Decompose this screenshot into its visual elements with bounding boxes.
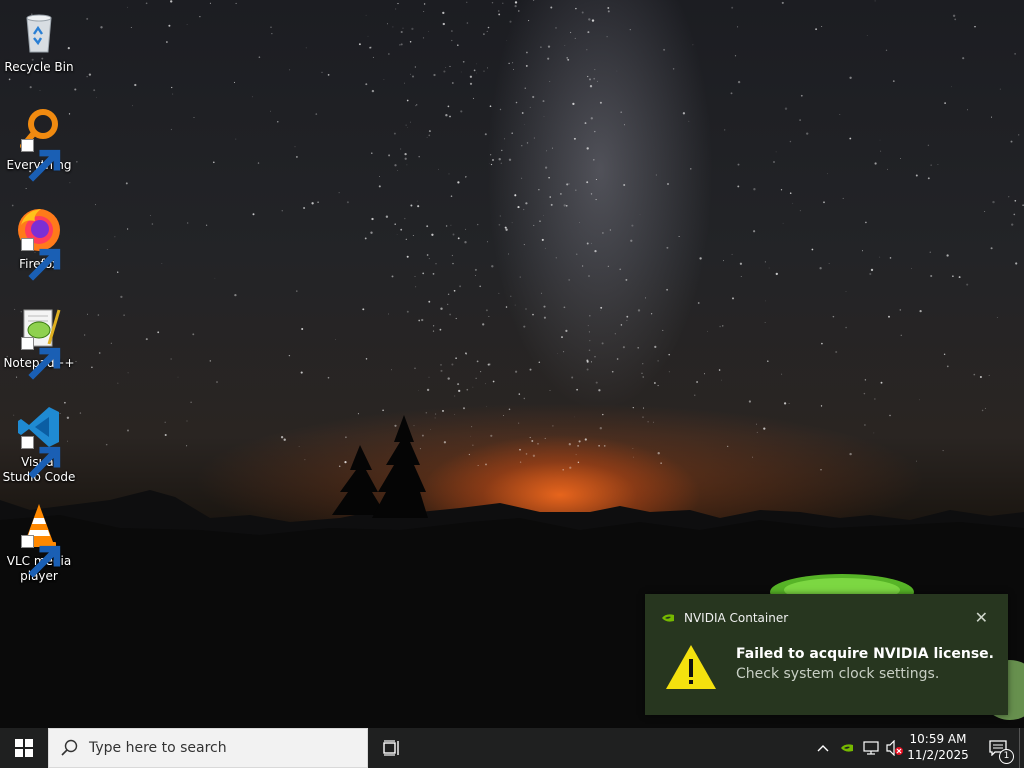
search-icon bbox=[61, 739, 78, 756]
taskbar: Type here to search 10:59 AM 11/2/2025 1 bbox=[0, 728, 1024, 768]
nvidia-logo-icon bbox=[662, 614, 674, 622]
taskbar-search-box[interactable]: Type here to search bbox=[48, 728, 368, 768]
nvidia-tray-icon bbox=[841, 744, 853, 752]
firefox-icon bbox=[15, 205, 63, 281]
shortcut-arrow-icon bbox=[21, 238, 61, 281]
clock-time: 10:59 AM bbox=[909, 732, 967, 746]
desktop-icon-vlc[interactable]: VLC media player bbox=[2, 502, 76, 584]
toast-close-button[interactable]: ✕ bbox=[975, 608, 988, 627]
tray-volume-button[interactable] bbox=[884, 728, 906, 768]
vlc-icon bbox=[15, 502, 63, 578]
search-placeholder: Type here to search bbox=[89, 740, 227, 756]
show-hidden-icons-button[interactable] bbox=[812, 728, 834, 768]
desktop-icon-everything[interactable]: Everything bbox=[2, 106, 76, 182]
warning-icon bbox=[666, 645, 716, 689]
windows-logo-icon bbox=[15, 739, 33, 757]
toast-app-name: NVIDIA Container bbox=[684, 611, 789, 625]
task-view-button[interactable] bbox=[372, 728, 412, 768]
shortcut-arrow-icon bbox=[21, 436, 61, 479]
tray-network-button[interactable] bbox=[860, 728, 882, 768]
tray-nvidia-button[interactable] bbox=[836, 728, 858, 768]
desktop-icon-notepad-plus-plus[interactable]: Notepad++ bbox=[2, 304, 76, 380]
notification-toast[interactable]: NVIDIA Container ✕ Failed to acquire NVI… bbox=[645, 594, 1008, 715]
desktop-icon-vscode[interactable]: Visual Studio Code bbox=[2, 403, 76, 485]
volume-muted-icon bbox=[886, 740, 903, 756]
notification-count-badge: 1 bbox=[999, 749, 1014, 764]
vscode-icon bbox=[15, 403, 63, 479]
toast-body: Check system clock settings. bbox=[736, 666, 940, 682]
network-icon bbox=[863, 741, 879, 755]
desktop-icon-recycle-bin[interactable]: Recycle Bin bbox=[2, 8, 76, 75]
recycle-bin-icon bbox=[15, 8, 63, 56]
toast-title: Failed to acquire NVIDIA license. bbox=[736, 646, 994, 662]
everything-search-icon bbox=[15, 106, 63, 182]
shortcut-arrow-icon bbox=[21, 337, 61, 380]
shortcut-arrow-icon bbox=[21, 139, 61, 182]
clock-date: 11/2/2025 bbox=[907, 748, 969, 762]
task-view-icon bbox=[383, 740, 399, 756]
desktop: Recycle Bin Everything Firefox Notepad++… bbox=[0, 0, 1024, 728]
action-center-button[interactable]: 1 bbox=[978, 728, 1018, 768]
chevron-up-icon bbox=[817, 745, 829, 752]
show-desktop-button[interactable] bbox=[1019, 728, 1024, 768]
shortcut-arrow-icon bbox=[21, 535, 61, 578]
desktop-icon-firefox[interactable]: Firefox bbox=[2, 205, 76, 281]
toast-header: NVIDIA Container bbox=[661, 611, 788, 625]
notepad-plus-plus-icon bbox=[15, 304, 63, 380]
start-button[interactable] bbox=[0, 728, 48, 768]
desktop-icon-label: Recycle Bin bbox=[4, 60, 74, 74]
taskbar-clock[interactable]: 10:59 AM 11/2/2025 bbox=[905, 731, 971, 763]
